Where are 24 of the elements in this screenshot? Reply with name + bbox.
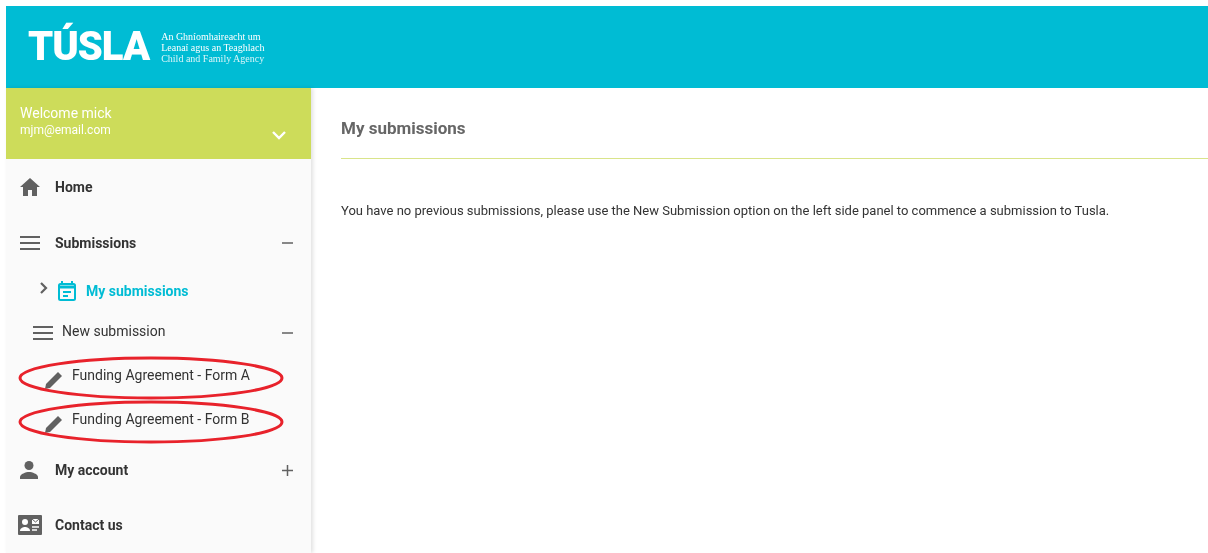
nav-item[interactable]: Home bbox=[6, 159, 311, 215]
menu-icon bbox=[33, 326, 53, 340]
page-title: My submissions bbox=[341, 117, 467, 140]
pencil-icon bbox=[45, 371, 63, 389]
nav-item[interactable]: Submissions bbox=[6, 215, 311, 271]
nav-item[interactable]: New submission bbox=[6, 311, 311, 355]
calendar-icon bbox=[58, 281, 76, 301]
welcome-text: Welcome mick bbox=[20, 104, 112, 122]
person-icon bbox=[20, 461, 38, 479]
chevron-down-icon bbox=[272, 131, 286, 140]
menu-icon bbox=[20, 236, 40, 250]
nav-item[interactable]: Funding Agreement - Form B bbox=[6, 399, 311, 443]
nav-item[interactable]: Contact us bbox=[6, 497, 311, 553]
tagline-text: Leanaí agus an Teaghlach bbox=[161, 41, 265, 53]
tagline-text: An Ghníomhaireacht um bbox=[161, 30, 262, 42]
empty-message: You have no previous submissions, please use the New Submission option on the left side panel to commence a submission to Tusla. bbox=[341, 202, 1111, 220]
chevron-right-icon bbox=[40, 282, 48, 294]
tagline-text: Child and Family Agency bbox=[161, 52, 265, 64]
nav-item[interactable]: My account bbox=[6, 443, 311, 497]
home-icon bbox=[20, 178, 40, 196]
nav-item[interactable]: Funding Agreement - Form A bbox=[6, 355, 311, 399]
pencil-icon bbox=[45, 415, 63, 433]
user-email: mjm@email.com bbox=[20, 122, 112, 138]
contact-card-icon bbox=[18, 515, 42, 535]
